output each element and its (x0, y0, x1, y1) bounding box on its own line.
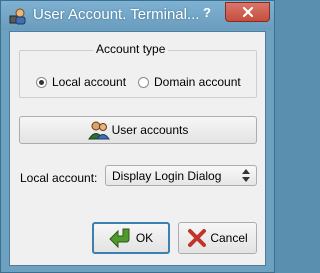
local-account-select[interactable]: Display Login Dialog (105, 165, 257, 186)
cancel-button[interactable]: Cancel (178, 222, 257, 254)
account-type-legend: Account type (93, 42, 169, 56)
green-arrow-icon (109, 228, 130, 249)
cancel-label: Cancel (210, 231, 248, 245)
close-icon (242, 6, 254, 18)
user-terminal-icon (9, 7, 27, 25)
user-accounts-label: User accounts (111, 123, 189, 137)
red-x-icon (188, 229, 207, 247)
local-account-label: Local account: (20, 171, 98, 185)
dialog-body: Account type Local account Domain accoun… (9, 31, 266, 266)
help-button[interactable]: ? (198, 4, 216, 22)
domain-account-radio-label: Domain account (154, 75, 241, 89)
dialog-window: User Account. Terminal... ? Account type… (0, 0, 275, 273)
dropdown-arrows-icon (242, 169, 250, 182)
window-title: User Account. Terminal... (33, 6, 200, 23)
local-account-radio-label: Local account (52, 75, 127, 89)
user-accounts-button[interactable]: User accounts (19, 116, 257, 144)
local-account-selected-value: Display Login Dialog (112, 169, 222, 183)
domain-account-radio[interactable]: Domain account (138, 75, 241, 89)
account-type-group (19, 50, 257, 98)
title-bar[interactable]: User Account. Terminal... ? (1, 1, 274, 30)
local-account-radio[interactable]: Local account (36, 75, 126, 89)
radio-unselected-indicator (138, 76, 149, 88)
close-button[interactable] (225, 2, 270, 22)
ok-label: OK (135, 231, 154, 245)
ok-button[interactable]: OK (92, 222, 170, 254)
radio-selected-indicator (36, 76, 47, 88)
users-icon (87, 121, 110, 140)
